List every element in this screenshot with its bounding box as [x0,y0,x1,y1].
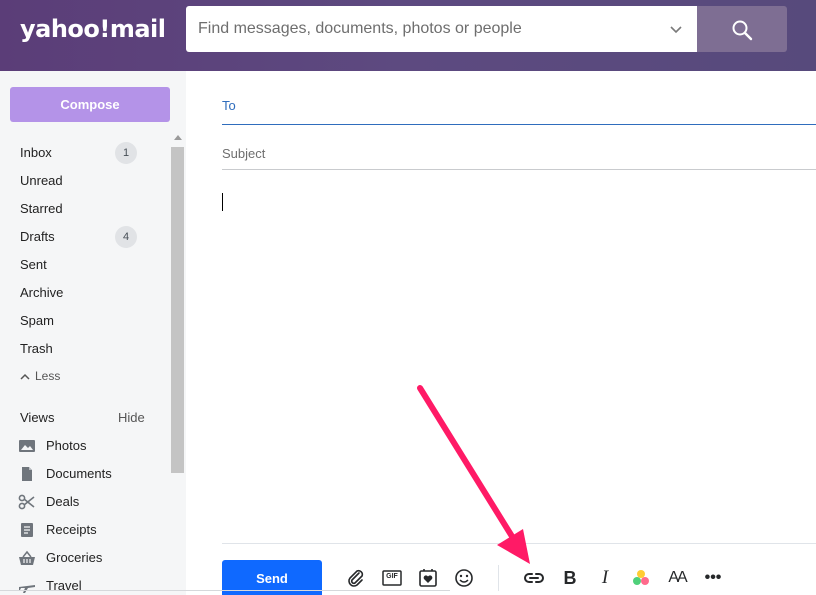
emoji-button[interactable] [452,565,476,591]
views-hide-link[interactable]: Hide [118,405,145,431]
text-color-button[interactable] [629,565,653,591]
views-heading: Views [20,410,55,425]
airplane-icon [19,585,35,593]
sticker-icon [419,569,437,587]
yahoo-mail-logo[interactable]: yahoo!mail [20,14,166,44]
folder-trash[interactable]: Trash [0,335,170,363]
search-input[interactable] [186,6,656,52]
folder-sent[interactable]: Sent [0,251,170,279]
folder-unread[interactable]: Unread [0,167,170,195]
folder-label: Inbox [20,145,52,160]
to-label: To [222,98,236,113]
folder-drafts[interactable]: Drafts 4 [0,223,170,251]
attachment-icon [348,569,364,587]
view-deals[interactable]: Deals [0,488,170,516]
gif-button[interactable]: GIF [380,565,404,591]
emoji-icon [455,569,473,587]
chevron-up-icon [20,373,30,380]
italic-button[interactable]: I [593,565,617,591]
scissors-icon [18,494,35,510]
receipt-icon [21,523,33,537]
insert-link-button[interactable] [522,565,546,591]
view-label: Photos [46,438,87,453]
more-icon: ••• [704,569,722,586]
less-label: Less [35,369,61,383]
basket-icon [19,550,35,565]
search-box[interactable] [186,6,697,52]
view-documents[interactable]: Documents [0,460,170,488]
compose-button[interactable]: Compose [10,87,170,122]
gif-label: GIF [386,573,398,580]
font-size-button[interactable]: AA [665,565,689,591]
link-icon [524,573,544,583]
search-icon [732,20,753,41]
more-options-button[interactable]: ••• [701,565,725,591]
italic-icon: I [601,567,609,588]
bold-button[interactable]: B [558,565,582,591]
bold-icon: B [563,567,577,588]
view-label: Groceries [46,550,103,565]
search-button[interactable] [697,6,787,52]
message-body-cursor[interactable] [222,193,223,211]
folder-label: Starred [20,201,63,216]
view-groceries[interactable]: Groceries [0,544,170,572]
view-receipts[interactable]: Receipts [0,516,170,544]
document-icon [22,467,32,481]
chevron-down-icon[interactable] [668,21,684,37]
toolbar-divider [222,543,816,544]
to-field[interactable]: To [222,92,816,125]
view-photos[interactable]: Photos [0,432,170,460]
subject-field[interactable] [222,137,816,170]
view-label: Documents [46,466,112,481]
photo-icon [19,440,35,452]
view-label: Deals [46,494,80,509]
compose-pane: To Send GIF [186,71,816,595]
view-label: Travel [46,578,82,593]
sticker-button[interactable] [416,565,440,591]
attach-button[interactable] [344,565,368,591]
folder-archive[interactable]: Archive [0,279,170,307]
scrollbar-thumb[interactable] [171,147,184,473]
page-bottom-edge [0,590,450,591]
folder-starred[interactable]: Starred [0,195,170,223]
header-bar: yahoo!mail [0,0,816,71]
unread-count-badge: 1 [115,142,137,164]
view-travel[interactable]: Travel [0,572,170,595]
mail-app: yahoo!mail Compose Inbox 1 Unread [0,0,816,595]
folder-label: Spam [20,313,54,328]
font-size-icon: AA [668,569,687,586]
folder-label: Unread [20,173,63,188]
scroll-up-arrow-icon[interactable] [174,135,182,140]
less-toggle[interactable]: Less [20,366,60,386]
view-label: Receipts [46,522,97,537]
folder-inbox[interactable]: Inbox 1 [0,139,170,167]
sidebar-scrollbar[interactable] [171,135,185,595]
folder-label: Trash [20,341,53,356]
color-icon [633,570,649,585]
toolbar-separator [498,565,499,591]
sidebar: Compose Inbox 1 Unread Starred Drafts 4 … [0,71,186,595]
subject-input[interactable] [222,137,816,169]
folder-label: Drafts [20,229,55,244]
folder-label: Sent [20,257,47,272]
folder-label: Archive [20,285,64,300]
draft-count-badge: 4 [115,226,137,248]
folder-spam[interactable]: Spam [0,307,170,335]
